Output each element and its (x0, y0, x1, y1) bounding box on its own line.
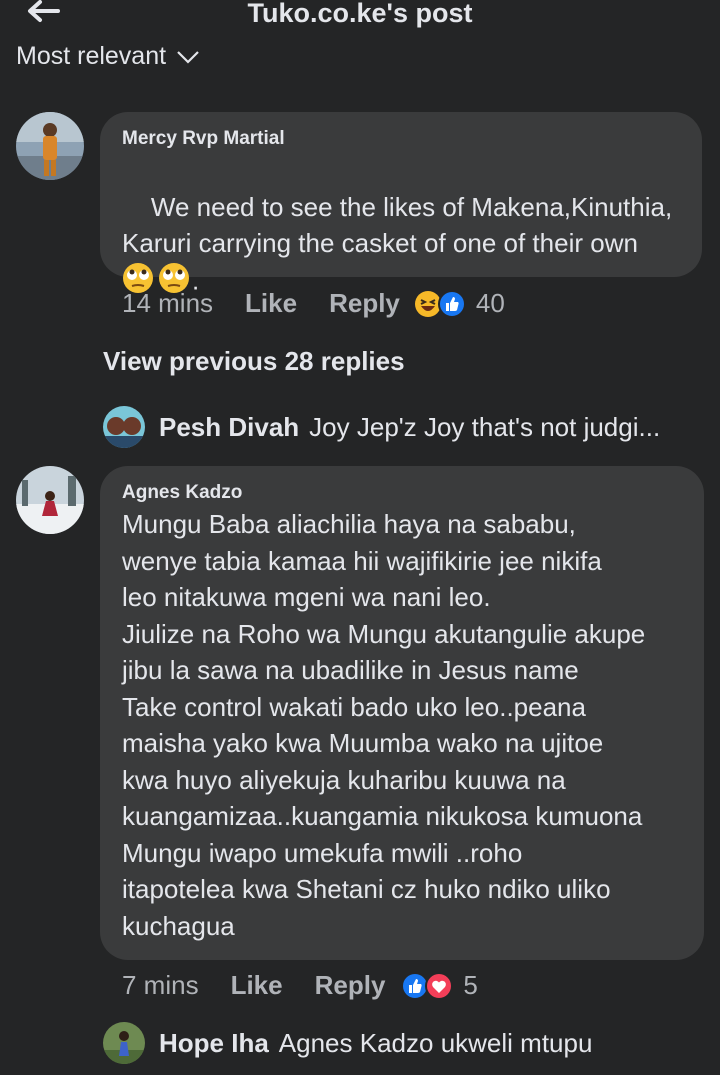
page-title: Tuko.co.ke's post (247, 0, 473, 28)
comment-text: Mungu Baba aliachilia haya na sababu, we… (122, 509, 646, 941)
reply-preview-text: Joy Jep'z Joy that's not judgi... (309, 411, 661, 442)
reply-author[interactable]: Pesh Divah (159, 412, 299, 443)
reaction-count: 5 (463, 970, 478, 1000)
view-previous-replies-link[interactable]: View previous 28 replies (103, 346, 405, 377)
chevron-down-icon (177, 51, 199, 64)
reply-preview-text: Agnes Kadzo ukweli mtupu (278, 1027, 593, 1058)
comment-text-body: We need to see the likes of Makena,Kinut… (122, 191, 673, 259)
comment-time: 14 mins (122, 288, 214, 318)
reply-button[interactable]: Reply (329, 288, 400, 319)
love-reaction-icon (425, 971, 454, 1000)
top-bar: Tuko.co.ke's post (0, 0, 720, 40)
avatar-photo-icon (103, 1022, 145, 1064)
reply-button[interactable]: Reply (315, 970, 386, 1001)
reply-author[interactable]: Hope Iha (159, 1028, 269, 1059)
avatar[interactable] (16, 112, 84, 180)
reactions-summary[interactable]: 40 (414, 288, 505, 319)
avatar-photo-icon (103, 406, 145, 448)
sort-dropdown[interactable]: Most relevant (16, 42, 200, 82)
like-reaction-icon (437, 289, 466, 318)
comment-actions: 14 mins Like Reply 40 (122, 288, 505, 319)
avatar (103, 1022, 145, 1064)
comment-actions: 7 mins Like Reply 5 (122, 970, 478, 1001)
reaction-count: 40 (475, 288, 505, 318)
comment-author[interactable]: Agnes Kadzo (122, 482, 242, 504)
comment-time: 7 mins (122, 970, 199, 1000)
reply-preview[interactable]: Pesh Divah Joy Jep'z Joy that's not judg… (103, 406, 660, 448)
avatar[interactable] (16, 466, 84, 534)
comment-bubble[interactable]: Agnes Kadzo Mungu Baba aliachilia haya n… (100, 466, 704, 960)
avatar (103, 406, 145, 448)
like-button[interactable]: Like (245, 288, 297, 319)
comment-bubble[interactable]: Mercy Rvp Martial We need to see the lik… (100, 112, 702, 295)
comment-author[interactable]: Mercy Rvp Martial (122, 128, 285, 150)
reply-preview[interactable]: Hope Iha Agnes Kadzo ukweli mtupu (103, 1022, 592, 1064)
avatar-photo-icon (16, 112, 84, 180)
sort-label: Most relevant (16, 42, 167, 70)
like-button[interactable]: Like (231, 970, 283, 1001)
avatar-photo-icon (16, 466, 84, 534)
reactions-summary[interactable]: 5 (401, 970, 478, 1001)
